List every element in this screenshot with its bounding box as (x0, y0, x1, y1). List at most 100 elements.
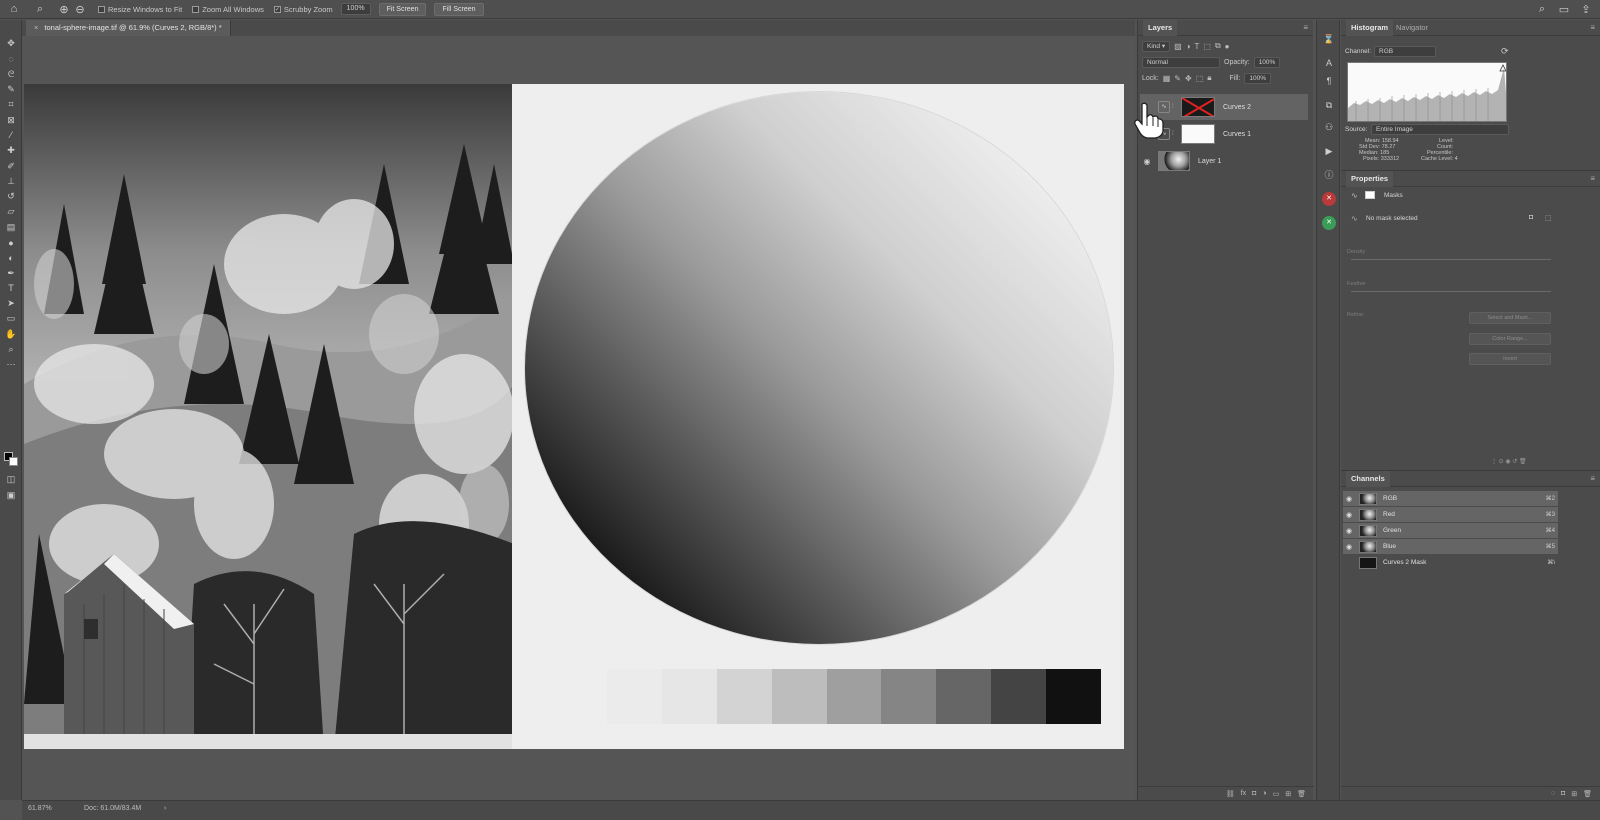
history-icon[interactable]: ⌛ (1322, 32, 1336, 46)
status-menu-icon[interactable]: › (164, 805, 166, 812)
opacity-field[interactable]: 100% (1253, 56, 1281, 68)
zoom-in-icon[interactable]: ⊕ (56, 1, 72, 17)
zoom-out-icon[interactable]: ⊖ (72, 1, 88, 17)
gradient-tool-icon[interactable]: ▤ (0, 220, 22, 235)
add-vector-mask-icon[interactable]: ⬚ (1545, 214, 1552, 222)
panel-menu-icon[interactable]: ≡ (1303, 23, 1308, 32)
save-selection-icon[interactable]: ◘ (1561, 790, 1565, 797)
panel-menu-icon[interactable]: ≡ (1590, 23, 1595, 32)
eraser-tool-icon[interactable]: ▱ (0, 204, 22, 219)
shape-filter-icon[interactable]: ⬚ (1203, 42, 1211, 51)
new-channel-icon[interactable]: ⊞ (1571, 790, 1577, 798)
layer-mask-thumbnail[interactable] (1181, 124, 1215, 144)
layer-mask-thumbnail[interactable] (1181, 97, 1215, 117)
healing-tool-icon[interactable]: ✚ (0, 143, 22, 158)
density-slider[interactable] (1351, 259, 1551, 260)
fit-screen-button[interactable]: Fit Screen (378, 2, 427, 16)
channel-row-blue[interactable]: ◉ Blue ⌘5 (1343, 539, 1558, 554)
layer-row-layer-1[interactable]: ◉ Layer 1 (1140, 148, 1308, 174)
new-adjustment-icon[interactable]: ◑ (1262, 790, 1266, 797)
type-tool-icon[interactable]: T (0, 281, 22, 296)
feather-slider[interactable] (1351, 291, 1551, 292)
histogram-tab[interactable]: Histogram (1346, 20, 1394, 36)
layer-thumbnail[interactable] (1158, 151, 1190, 171)
add-mask-icon[interactable]: ◘ (1252, 790, 1256, 797)
channel-row-curves-2-mask[interactable]: Curves 2 Mask ⌘\ (1343, 555, 1558, 570)
visibility-eye-icon[interactable]: ◉ (1343, 511, 1355, 519)
layer-name[interactable]: Curves 1 (1223, 131, 1251, 138)
color-range-button[interactable]: Color Range... (1469, 333, 1551, 345)
channel-row-rgb[interactable]: ◉ RGB ⌘2 (1343, 491, 1558, 506)
layers-tab[interactable]: Layers (1143, 20, 1178, 36)
fill-screen-button[interactable]: Fill Screen (434, 2, 484, 16)
pen-tool-icon[interactable]: ✒ (0, 265, 22, 280)
layer-name[interactable]: Curves 2 (1223, 104, 1251, 111)
home-icon[interactable]: ⌂ (6, 1, 22, 17)
more-tools-icon[interactable]: ⋯ (0, 357, 22, 372)
play-action-icon[interactable]: ▶ (1322, 144, 1336, 158)
info-icon[interactable]: ⓘ (1322, 168, 1336, 182)
scrubby-zoom-checkbox[interactable]: ✓ Scrubby Zoom (273, 5, 333, 14)
panel-menu-icon[interactable]: ≡ (1590, 474, 1595, 483)
navigator-tab[interactable]: Navigator (1396, 20, 1428, 36)
panel-menu-icon[interactable]: ≡ (1590, 174, 1595, 183)
mask-link-icon[interactable]: ⁞ (1172, 131, 1178, 137)
zoom-tool-icon[interactable]: ⌕ (0, 342, 22, 357)
move-tool-icon[interactable]: ✥ (0, 36, 22, 51)
channel-row-red[interactable]: ◉ Red ⌘3 (1343, 507, 1558, 522)
zoom-tool-icon[interactable]: ⌕ (32, 1, 48, 17)
visibility-eye-icon[interactable]: ◉ (1343, 495, 1355, 503)
select-and-mask-button[interactable]: Select and Mask... (1469, 312, 1551, 324)
screen-mode-icon[interactable]: ▣ (0, 488, 22, 503)
filter-toggle-icon[interactable]: ● (1225, 42, 1230, 51)
refresh-icon[interactable]: ⟳ (1501, 46, 1509, 57)
frame-tool-icon[interactable]: ⊠ (0, 112, 22, 127)
visibility-eye-icon[interactable]: ◉ (1343, 543, 1355, 551)
invert-button[interactable]: Invert (1469, 353, 1551, 365)
smart-object-filter-icon[interactable]: ⧉ (1215, 41, 1221, 51)
lock-transparency-icon[interactable]: ▦ (1163, 74, 1171, 83)
close-tab-icon[interactable]: × (34, 23, 38, 32)
adjustment-filter-icon[interactable]: ◑ (1186, 42, 1191, 51)
fx-icon[interactable]: fx (1241, 790, 1246, 797)
plugin-green-icon[interactable]: ✕ (1322, 216, 1336, 230)
properties-tab[interactable]: Properties (1346, 171, 1394, 187)
quick-mask-icon[interactable]: ◫ (0, 472, 22, 487)
link-layers-icon[interactable]: ⛓ (1226, 790, 1235, 798)
pixel-filter-icon[interactable]: ▨ (1174, 42, 1182, 51)
document-tab[interactable]: × tonal-sphere-image.tif @ 61.9% (Curves … (26, 20, 231, 36)
lock-artboard-icon[interactable]: ⬚ (1196, 74, 1204, 83)
load-selection-icon[interactable]: ◌ (1551, 790, 1555, 797)
delete-channel-icon[interactable]: 🗑︎ (1583, 790, 1592, 798)
hand-tool-icon[interactable]: ✋ (0, 327, 22, 342)
mask-link-icon[interactable]: ⁞ (1172, 104, 1178, 110)
layer-name[interactable]: Layer 1 (1198, 158, 1221, 165)
shape-tool-icon[interactable]: ▭ (0, 311, 22, 326)
dodge-tool-icon[interactable]: ◐ (0, 250, 22, 265)
people-icon[interactable]: ⚇ (1322, 120, 1336, 134)
type-filter-icon[interactable]: T (1195, 42, 1200, 51)
delete-layer-icon[interactable]: 🗑︎ (1297, 790, 1306, 798)
quick-select-tool-icon[interactable]: ✎ (0, 82, 22, 97)
lock-position-icon[interactable]: ✥ (1185, 74, 1192, 83)
lock-pixels-icon[interactable]: ✎ (1174, 74, 1181, 83)
blur-tool-icon[interactable]: ● (0, 235, 22, 250)
mask-icon[interactable] (1365, 191, 1375, 199)
search-icon[interactable]: ⌕ (1534, 1, 1550, 17)
zoom-value-field[interactable]: 100% (340, 3, 371, 15)
properties-footer-icons[interactable]: ⋮ ⊙ ◉ ↺ 🗑︎ (1491, 458, 1527, 465)
resize-windows-checkbox[interactable]: Resize Windows to Fit (98, 5, 182, 14)
workspace-icon[interactable]: ▭ (1556, 1, 1572, 17)
channel-row-green[interactable]: ◉ Green ⌘4 (1343, 523, 1558, 538)
kind-filter-select[interactable]: Kind ▾ (1142, 40, 1171, 52)
fill-field[interactable]: 100% (1244, 72, 1272, 84)
brush-tool-icon[interactable]: ✐ (0, 158, 22, 173)
crop-tool-icon[interactable]: ⌗ (0, 97, 22, 112)
character-icon[interactable]: A (1322, 56, 1336, 70)
paragraph-icon[interactable]: ¶ (1322, 74, 1336, 88)
channels-tab[interactable]: Channels (1346, 471, 1390, 487)
stamp-tool-icon[interactable]: ⊥ (0, 174, 22, 189)
visibility-eye-icon[interactable]: ◉ (1343, 527, 1355, 535)
new-group-icon[interactable]: ▭ (1273, 790, 1280, 798)
add-pixel-mask-icon[interactable]: ◘ (1529, 214, 1533, 221)
